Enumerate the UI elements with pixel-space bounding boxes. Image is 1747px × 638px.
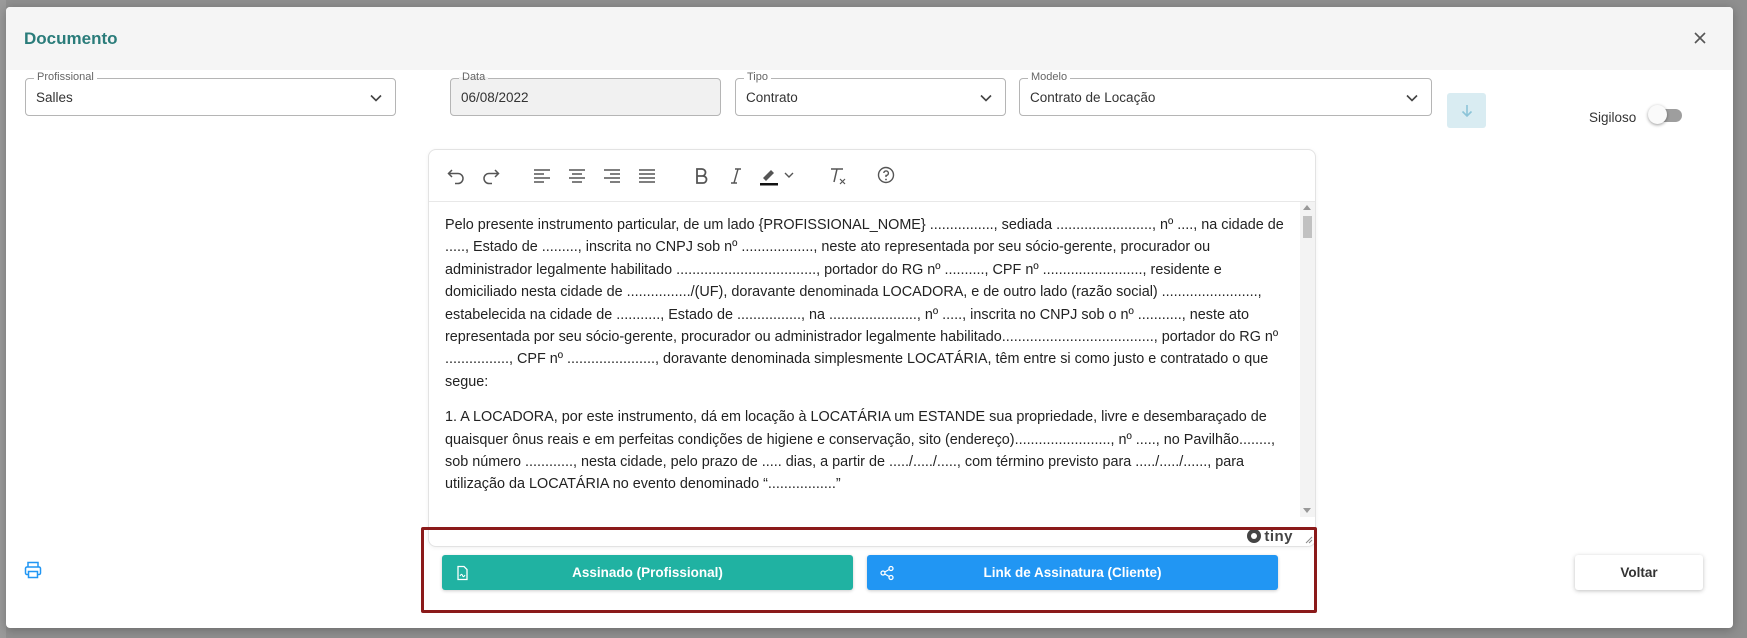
scroll-down-arrow[interactable] xyxy=(1303,508,1311,513)
chevron-down-icon xyxy=(370,94,382,102)
document-modal: Documento Profissional Salles Data 06/08… xyxy=(6,7,1733,628)
editor-content[interactable]: Pelo presente instrumento particular, de… xyxy=(429,202,1301,517)
arrow-down-icon xyxy=(1461,105,1473,118)
profissional-value: Salles xyxy=(36,90,73,105)
close-icon[interactable] xyxy=(1691,29,1709,47)
undo-icon[interactable] xyxy=(445,164,467,186)
scroll-up-arrow[interactable] xyxy=(1303,205,1311,210)
align-left-icon[interactable] xyxy=(531,164,553,186)
highlight-color-icon[interactable] xyxy=(758,164,798,186)
contract-paragraph: 1. A LOCADORA, por este instrumento, dá … xyxy=(445,409,1275,493)
italic-icon[interactable] xyxy=(725,164,747,186)
chevron-down-icon xyxy=(1406,94,1418,102)
modelo-select[interactable]: Modelo Contrato de Locação xyxy=(1019,70,1432,116)
align-center-icon[interactable] xyxy=(566,164,588,186)
align-justify-icon[interactable] xyxy=(636,164,658,186)
clear-format-icon[interactable] xyxy=(826,164,848,186)
align-right-icon[interactable] xyxy=(601,164,623,186)
download-button[interactable] xyxy=(1447,93,1486,128)
editor-scrollbar[interactable] xyxy=(1300,202,1315,517)
redo-icon[interactable] xyxy=(480,164,502,186)
print-icon[interactable] xyxy=(23,560,43,580)
data-field: Data 06/08/2022 xyxy=(450,70,721,116)
sigiloso-label: Sigiloso xyxy=(1589,110,1637,125)
tipo-label: Tipo xyxy=(744,70,771,84)
profissional-label: Profissional xyxy=(34,70,97,84)
share-icon xyxy=(880,565,894,581)
modal-header: Documento xyxy=(6,7,1733,70)
file-signature-icon xyxy=(457,565,468,581)
chevron-down-icon xyxy=(980,94,992,102)
tipo-select[interactable]: Tipo Contrato xyxy=(735,70,1006,116)
profissional-select[interactable]: Profissional Salles xyxy=(25,70,396,116)
editor-toolbar xyxy=(429,150,1315,202)
modelo-label: Modelo xyxy=(1028,70,1071,84)
signed-professional-label: Assinado (Profissional) xyxy=(572,565,723,580)
signature-link-label: Link de Assinatura (Cliente) xyxy=(983,565,1162,580)
data-value: 06/08/2022 xyxy=(461,90,529,105)
rich-text-editor: Pelo presente instrumento particular, de… xyxy=(428,149,1316,547)
tipo-value: Contrato xyxy=(746,90,798,105)
modal-title: Documento xyxy=(24,29,118,48)
data-label: Data xyxy=(459,70,489,84)
toggle-knob xyxy=(1648,105,1667,124)
bold-icon[interactable] xyxy=(690,164,712,186)
contract-paragraph: Pelo presente instrumento particular, de… xyxy=(445,217,1284,390)
scroll-thumb[interactable] xyxy=(1303,216,1312,238)
sigiloso-toggle[interactable] xyxy=(1648,105,1682,124)
modelo-value: Contrato de Locação xyxy=(1030,90,1156,105)
signature-link-button[interactable]: Link de Assinatura (Cliente) xyxy=(867,555,1278,590)
back-button[interactable]: Voltar xyxy=(1575,555,1703,590)
signed-professional-button[interactable]: Assinado (Profissional) xyxy=(442,555,853,590)
help-icon[interactable] xyxy=(875,164,897,186)
